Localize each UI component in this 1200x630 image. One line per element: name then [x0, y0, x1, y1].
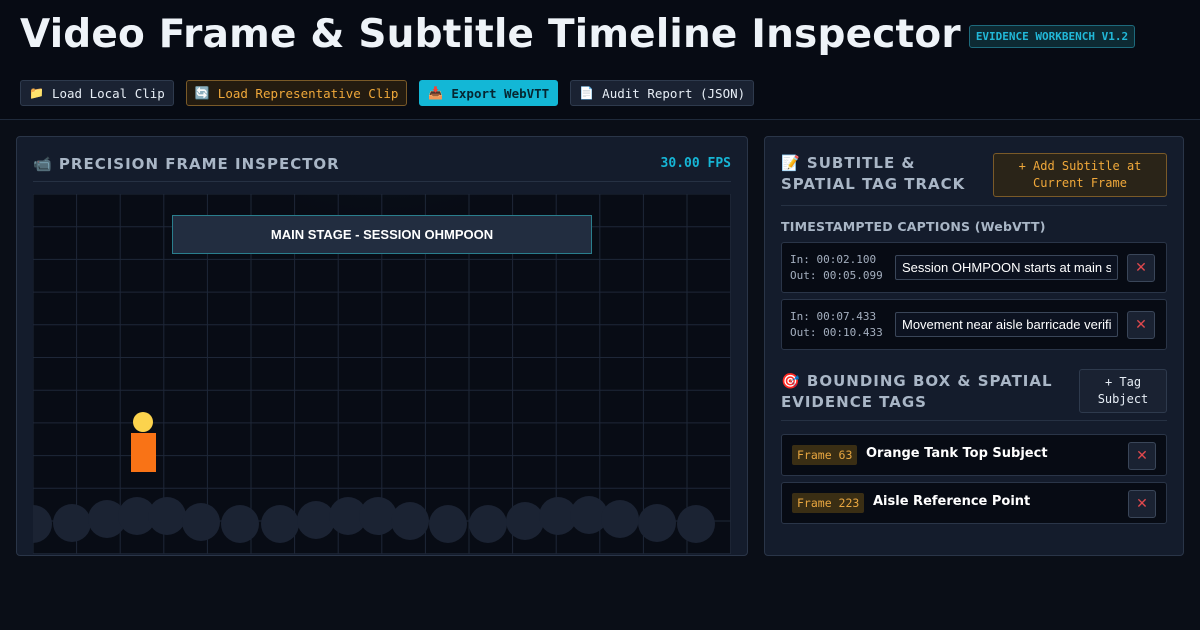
- caption-in-time: In: 00:07.433: [790, 310, 877, 323]
- delete-caption-button[interactable]: ✕: [1127, 254, 1155, 282]
- document-icon: 📄: [579, 86, 595, 100]
- audience-head: [221, 505, 259, 543]
- tag-subject-button[interactable]: + Tag Subject: [1079, 369, 1167, 413]
- inspector-heading: 📹 PRECISION FRAME INSPECTOR: [33, 155, 340, 173]
- app-header: Video Frame & Subtitle Timeline Inspecto…: [0, 0, 1200, 120]
- audience-head: [359, 497, 397, 535]
- tag-item[interactable]: Frame 63 Orange Tank Top Subject ✕: [781, 434, 1167, 476]
- divider: [33, 181, 731, 182]
- video-camera-icon: 📹: [33, 155, 53, 173]
- load-representative-clip-button[interactable]: 🔄 Load Representative Clip: [185, 80, 408, 106]
- subtitle-track-title: SUBTITLE & SPATIAL TAG TRACK: [781, 154, 966, 193]
- subject-body: [131, 433, 156, 472]
- audience-head: [148, 497, 186, 535]
- subtitle-track-heading: 📝 SUBTITLE & SPATIAL TAG TRACK: [781, 153, 991, 195]
- captions-section-title: TIMESTAMPTED CAPTIONS (WebVTT): [781, 219, 1046, 234]
- load-local-clip-button[interactable]: 📁 Load Local Clip: [20, 80, 174, 106]
- version-badge: EVIDENCE WORKBENCH V1.2: [968, 25, 1136, 48]
- caption-times: In: 00:02.100 Out: 00:05.099: [790, 252, 883, 284]
- load-local-clip-label: Load Local Clip: [51, 85, 165, 101]
- folder-icon: 📁: [29, 86, 44, 100]
- audience-head: [182, 503, 220, 541]
- audience-head: [638, 504, 676, 542]
- audience-head: [53, 504, 91, 542]
- caption-out-time: Out: 00:10.433: [790, 326, 883, 339]
- subtitle-track-panel: 📝 SUBTITLE & SPATIAL TAG TRACK + Add Sub…: [764, 136, 1184, 556]
- memo-icon: 📝: [781, 154, 801, 172]
- audit-report-button[interactable]: 📄 Audit Report (JSON): [570, 80, 755, 106]
- audience-head: [261, 505, 299, 543]
- export-webvtt-button[interactable]: 📥 Export WebVTT: [419, 80, 559, 106]
- caption-text-input[interactable]: [895, 255, 1118, 280]
- tag-item[interactable]: Frame 223 Aisle Reference Point ✕: [781, 482, 1167, 524]
- audience-head: [601, 500, 639, 538]
- title-row: Video Frame & Subtitle Timeline Inspecto…: [20, 12, 1136, 57]
- caption-row: In: 00:07.433 Out: 00:10.433 ✕: [781, 299, 1167, 350]
- tag-name: Orange Tank Top Subject: [866, 446, 1048, 461]
- caption-text-input[interactable]: [895, 312, 1118, 337]
- caption-out-time: Out: 00:05.099: [790, 269, 883, 282]
- video-frame[interactable]: MAIN STAGE - SESSION OHMPOON: [33, 194, 731, 554]
- tag-name: Aisle Reference Point: [873, 494, 1031, 509]
- frame-badge: Frame 63: [792, 445, 858, 465]
- frame-inspector-panel: 📹 PRECISION FRAME INSPECTOR 30.00 FPS MA…: [16, 136, 748, 556]
- inspector-title: PRECISION FRAME INSPECTOR: [58, 155, 340, 173]
- caption-in-time: In: 00:02.100: [790, 253, 877, 266]
- audience-head: [391, 502, 429, 540]
- audience-head: [429, 505, 467, 543]
- delete-tag-button[interactable]: ✕: [1128, 442, 1156, 470]
- page-title: Video Frame & Subtitle Timeline Inspecto…: [20, 12, 961, 57]
- refresh-icon: 🔄: [194, 86, 210, 100]
- toolbar: 📁 Load Local Clip 🔄 Load Representative …: [20, 80, 766, 106]
- export-webvtt-label: Export WebVTT: [451, 85, 550, 101]
- audit-report-label: Audit Report (JSON): [602, 85, 746, 101]
- audience-head: [297, 501, 335, 539]
- spatial-tags-heading: 🎯 BOUNDING BOX & SPATIAL EVIDENCE TAGS: [781, 371, 1061, 413]
- divider: [781, 420, 1167, 421]
- download-icon: 📥: [428, 86, 444, 100]
- load-representative-clip-label: Load Representative Clip: [217, 85, 399, 101]
- audience-head: [506, 502, 544, 540]
- fps-readout: 30.00 FPS: [660, 156, 731, 171]
- add-subtitle-button[interactable]: + Add Subtitle at Current Frame: [993, 153, 1167, 197]
- target-icon: 🎯: [781, 372, 801, 390]
- delete-caption-button[interactable]: ✕: [1127, 311, 1155, 339]
- caption-row: In: 00:02.100 Out: 00:05.099 ✕: [781, 242, 1167, 293]
- audience-head: [677, 505, 715, 543]
- frame-badge: Frame 223: [792, 493, 865, 513]
- divider: [781, 205, 1167, 206]
- stage-banner: MAIN STAGE - SESSION OHMPOON: [172, 215, 592, 254]
- subject-head: [133, 412, 153, 432]
- spatial-tags-title: BOUNDING BOX & SPATIAL EVIDENCE TAGS: [781, 372, 1053, 411]
- caption-times: In: 00:07.433 Out: 00:10.433: [790, 309, 883, 341]
- audience-head: [469, 505, 507, 543]
- delete-tag-button[interactable]: ✕: [1128, 490, 1156, 518]
